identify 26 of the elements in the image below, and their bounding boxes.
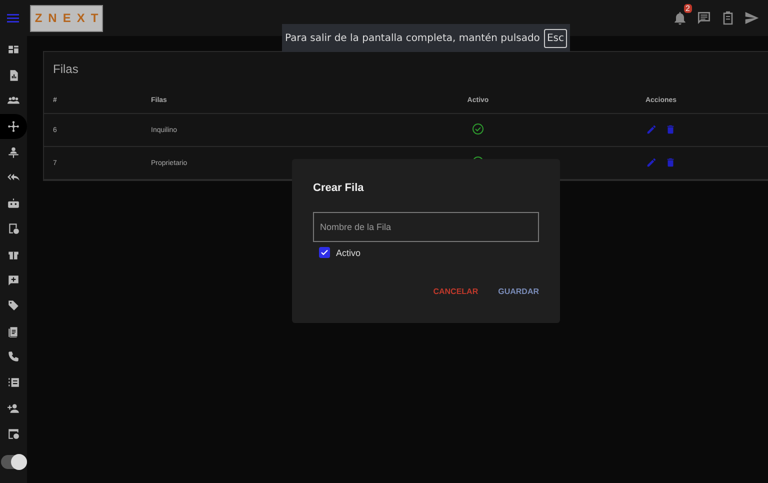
notice-text: Para salir de la pantalla completa, mantén pulsado (285, 32, 540, 44)
network-icon (7, 120, 20, 134)
list-icon (7, 376, 20, 390)
save-button[interactable]: GUARDAR (498, 285, 539, 298)
checkbox-label: Activo (336, 248, 361, 258)
chat-icon[interactable] (696, 10, 712, 26)
dialog-title: Crear Fila (313, 182, 365, 194)
bell-icon[interactable] (672, 10, 688, 26)
tag-icon (7, 299, 20, 312)
sidebar-item[interactable] (0, 114, 27, 140)
person-desk-icon (7, 146, 20, 159)
cancel-button[interactable]: CANCELAR (433, 285, 478, 298)
robot-icon (7, 196, 20, 210)
person-add-icon (7, 402, 20, 415)
send-icon[interactable] (744, 10, 760, 26)
key-hint: Esc (544, 28, 567, 48)
name-field[interactable]: Nombre de la Fila (313, 212, 539, 242)
notification-badge: 2 (684, 4, 692, 13)
card-title: Filas (52, 61, 80, 78)
phone-icon (7, 350, 20, 364)
dashboard-icon (7, 43, 20, 56)
clipboard-icon (7, 324, 20, 338)
chat-add-icon (7, 274, 20, 287)
theme-toggle[interactable] (0, 454, 26, 468)
checkbox[interactable] (319, 247, 330, 258)
logo[interactable]: ZNEXT (30, 4, 103, 32)
